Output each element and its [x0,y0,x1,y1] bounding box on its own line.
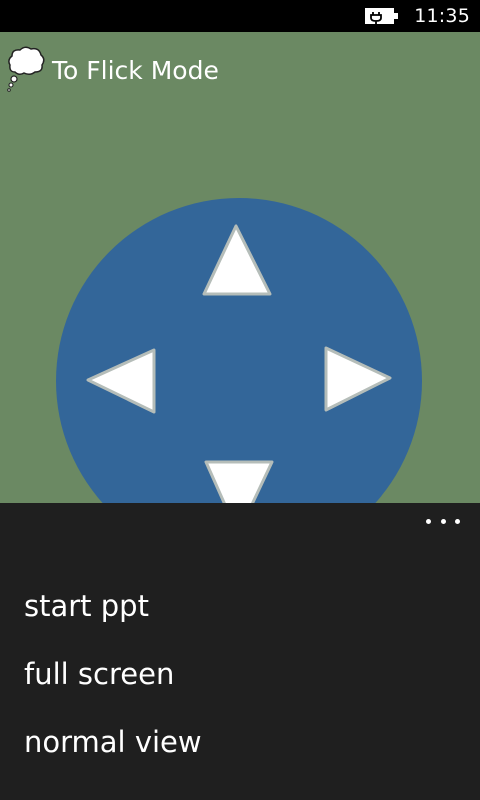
more-dot [455,518,460,524]
remote-control-area: To Flick Mode [0,32,480,503]
battery-charging-icon [365,8,399,24]
arrow-up-icon[interactable] [196,222,276,304]
more-dot [440,518,446,524]
arrow-left-icon[interactable] [82,346,162,416]
flick-mode-label: To Flick Mode [52,55,219,85]
menu-item-normal-view[interactable]: normal view [24,725,202,759]
menu-item-full-screen[interactable]: full screen [24,657,174,691]
more-dot [426,518,431,524]
arrow-down-icon[interactable] [202,458,278,503]
app-bar-menu: start ppt full screen normal view [0,503,480,800]
arrow-right-icon[interactable] [318,344,396,414]
more-ellipsis-icon[interactable] [426,513,460,529]
thought-bubble-icon [7,46,45,92]
direction-pad [56,198,422,503]
status-bar: 11:35 [0,0,480,32]
menu-item-start-ppt[interactable]: start ppt [24,589,149,623]
flick-mode-toggle[interactable]: To Flick Mode [6,44,219,96]
status-time: 11:35 [414,5,470,27]
